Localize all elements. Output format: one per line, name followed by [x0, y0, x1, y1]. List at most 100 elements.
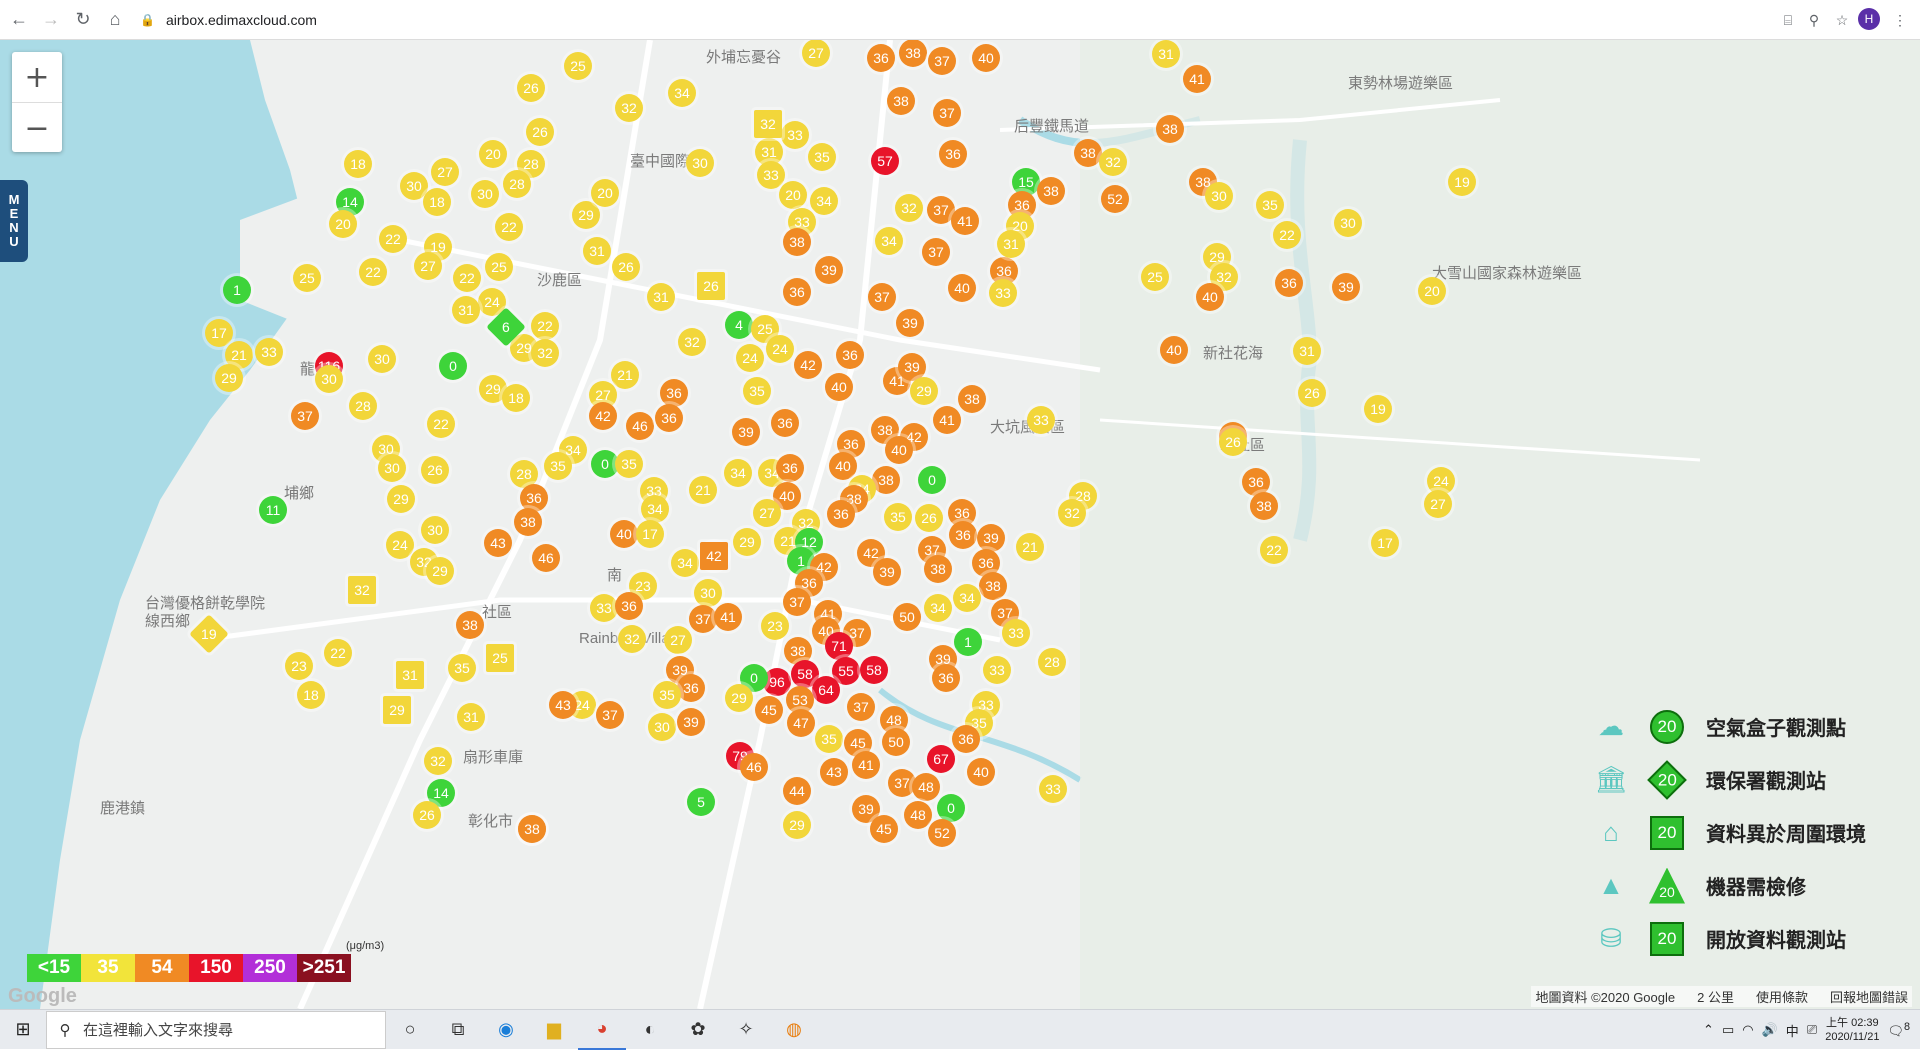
air-quality-marker[interactable]: 33	[983, 656, 1011, 684]
air-quality-marker[interactable]: 41	[714, 603, 742, 631]
air-quality-marker[interactable]: 11	[259, 496, 287, 524]
air-quality-marker[interactable]: 21	[1016, 533, 1044, 561]
air-quality-marker[interactable]: 29	[783, 811, 811, 839]
air-quality-marker[interactable]: 18	[344, 150, 372, 178]
air-quality-marker[interactable]: 0	[937, 794, 965, 822]
air-quality-marker[interactable]: 34	[641, 495, 669, 523]
air-quality-marker[interactable]: 35	[884, 503, 912, 531]
air-quality-marker[interactable]: 35	[615, 450, 643, 478]
air-quality-marker[interactable]: 31	[452, 296, 480, 324]
air-quality-marker[interactable]: 22	[1273, 221, 1301, 249]
air-quality-marker[interactable]: 39	[873, 558, 901, 586]
air-quality-marker[interactable]: 42	[589, 402, 617, 430]
air-quality-marker[interactable]: 1	[954, 628, 982, 656]
open-data-station-marker[interactable]: 31	[396, 661, 424, 689]
clock[interactable]: 上午 02:39 2020/11/21	[1825, 1016, 1879, 1044]
zoom-out-button[interactable]: −	[12, 103, 62, 153]
air-quality-marker[interactable]: 52	[1101, 185, 1129, 213]
profile-avatar[interactable]: H	[1858, 8, 1880, 30]
air-quality-marker[interactable]: 41	[951, 207, 979, 235]
air-quality-marker[interactable]: 39	[677, 708, 705, 736]
air-quality-marker[interactable]: 31	[1293, 337, 1321, 365]
air-quality-marker[interactable]: 19	[1448, 168, 1476, 196]
air-quality-marker[interactable]: 38	[979, 572, 1007, 600]
air-quality-marker[interactable]: 36	[776, 454, 804, 482]
air-quality-marker[interactable]: 42	[794, 351, 822, 379]
windows-start-icon[interactable]: ⊞	[0, 1010, 46, 1050]
air-quality-marker[interactable]: 26	[526, 118, 554, 146]
air-quality-marker[interactable]: 40	[948, 274, 976, 302]
air-quality-marker[interactable]: 36	[949, 521, 977, 549]
air-quality-marker[interactable]: 33	[255, 338, 283, 366]
air-quality-marker[interactable]: 29	[215, 364, 243, 392]
air-quality-marker[interactable]: 5	[687, 788, 715, 816]
air-quality-marker[interactable]: 23	[761, 612, 789, 640]
air-quality-marker[interactable]: 38	[456, 611, 484, 639]
air-quality-marker[interactable]: 39	[815, 256, 843, 284]
app-icon-2[interactable]: ✿	[674, 1010, 722, 1050]
report-error-link[interactable]: 回報地圖錯誤	[1830, 987, 1908, 1006]
terms-link[interactable]: 使用條款	[1756, 987, 1808, 1006]
air-quality-marker[interactable]: 1	[223, 276, 251, 304]
air-quality-marker[interactable]: 31	[1152, 40, 1180, 68]
air-quality-marker[interactable]: 40	[610, 520, 638, 548]
battery-icon[interactable]: ▭	[1722, 1022, 1734, 1038]
air-quality-marker[interactable]: 36	[615, 592, 643, 620]
air-quality-marker[interactable]: 37	[847, 693, 875, 721]
air-quality-marker[interactable]: 0	[918, 466, 946, 494]
air-quality-marker[interactable]: 29	[572, 201, 600, 229]
air-quality-marker[interactable]: 25	[1141, 263, 1169, 291]
air-quality-marker[interactable]: 20	[329, 210, 357, 238]
tray-chevron-icon[interactable]: ⌃	[1703, 1022, 1714, 1038]
app-icon-3[interactable]: ✧	[722, 1010, 770, 1050]
air-quality-marker[interactable]: 36	[771, 409, 799, 437]
air-quality-marker[interactable]: 22	[427, 410, 455, 438]
air-quality-marker[interactable]: 26	[413, 801, 441, 829]
air-quality-marker[interactable]: 32	[1058, 499, 1086, 527]
open-data-station-marker[interactable]: 25	[486, 644, 514, 672]
air-quality-marker[interactable]: 38	[1156, 115, 1184, 143]
air-quality-marker[interactable]: 22	[379, 225, 407, 253]
air-quality-marker[interactable]: 34	[810, 187, 838, 215]
air-quality-marker[interactable]: 50	[893, 603, 921, 631]
chrome-icon[interactable]: ◕	[578, 1010, 626, 1050]
air-quality-marker[interactable]: 36	[952, 725, 980, 753]
air-quality-marker[interactable]: 43	[549, 691, 577, 719]
air-quality-marker[interactable]: 39	[977, 524, 1005, 552]
zoom-in-button[interactable]: +	[12, 52, 62, 103]
air-quality-marker[interactable]: 28	[503, 170, 531, 198]
air-quality-marker[interactable]: 29	[387, 485, 415, 513]
air-quality-marker[interactable]: 38	[872, 466, 900, 494]
air-quality-marker[interactable]: 39	[1332, 273, 1360, 301]
air-quality-marker[interactable]: 39	[896, 309, 924, 337]
open-data-station-marker[interactable]: 29	[383, 696, 411, 724]
air-quality-marker[interactable]: 32	[895, 194, 923, 222]
air-quality-marker[interactable]: 30	[368, 345, 396, 373]
air-quality-marker[interactable]: 20	[1418, 277, 1446, 305]
air-quality-marker[interactable]: 22	[359, 258, 387, 286]
air-quality-marker[interactable]: 38	[518, 815, 546, 843]
air-quality-marker[interactable]: 64	[812, 676, 840, 704]
wifi-icon[interactable]: ◠	[1742, 1022, 1753, 1038]
air-quality-marker[interactable]: 26	[1298, 379, 1326, 407]
bookmark-star-icon[interactable]: ☆	[1830, 8, 1854, 32]
air-quality-marker[interactable]: 36	[836, 341, 864, 369]
air-quality-marker[interactable]: 36	[677, 674, 705, 702]
air-quality-marker[interactable]: 36	[660, 379, 688, 407]
air-quality-marker[interactable]: 37	[783, 588, 811, 616]
air-quality-marker[interactable]: 30	[686, 149, 714, 177]
air-quality-marker[interactable]: 43	[484, 529, 512, 557]
air-quality-marker[interactable]: 25	[293, 264, 321, 292]
air-quality-marker[interactable]: 24	[736, 344, 764, 372]
air-quality-marker[interactable]: 22	[453, 264, 481, 292]
air-quality-marker[interactable]: 36	[932, 664, 960, 692]
task-view-icon[interactable]: ⧉	[434, 1010, 482, 1050]
air-quality-marker[interactable]: 32	[1099, 148, 1127, 176]
air-quality-marker[interactable]: 26	[421, 456, 449, 484]
air-quality-marker[interactable]: 29	[426, 557, 454, 585]
air-quality-marker[interactable]: 38	[958, 385, 986, 413]
air-quality-marker[interactable]: 33	[1002, 619, 1030, 647]
air-quality-marker[interactable]: 17	[1371, 529, 1399, 557]
air-quality-marker[interactable]: 38	[1250, 492, 1278, 520]
air-quality-marker[interactable]: 21	[689, 476, 717, 504]
